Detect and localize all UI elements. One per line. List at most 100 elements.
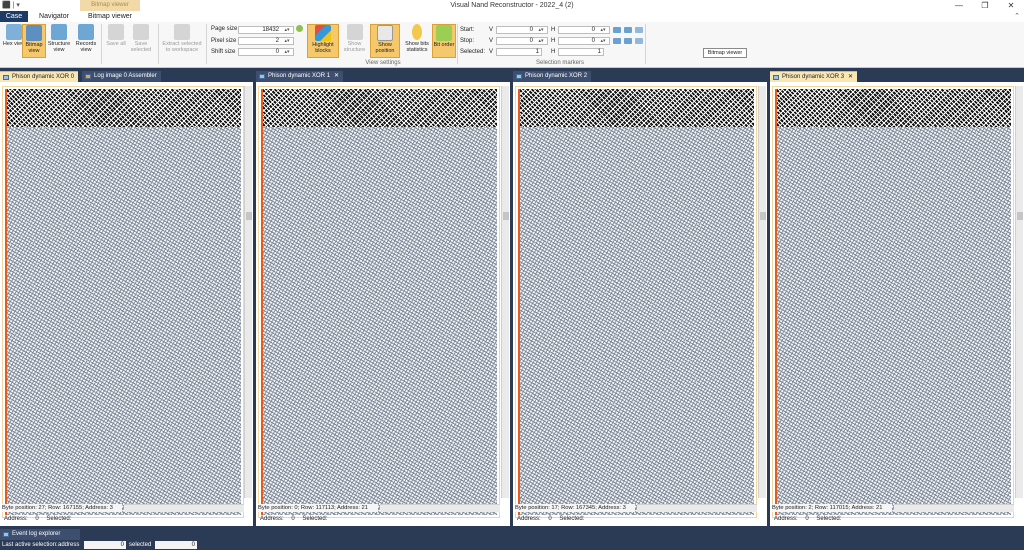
selected-v-label: V: [489, 49, 494, 55]
scroll-thumb[interactable]: [503, 212, 509, 220]
page-size-input[interactable]: 18432 ▴▾: [238, 26, 294, 34]
bitmap-image[interactable]: [518, 89, 754, 515]
pixel-size-spinner[interactable]: ▴▾: [281, 38, 293, 44]
hex-view-icon: [6, 24, 22, 40]
save-selected-button[interactable]: Save selected: [128, 24, 154, 58]
close-tab-icon[interactable]: ✕: [334, 73, 339, 79]
selected-h-label: H: [551, 49, 556, 55]
panel-tab-bar: Phison dynamic XOR 2: [513, 70, 767, 82]
tab-phison-xor-1[interactable]: Phison dynamic XOR 1 ✕: [256, 71, 344, 82]
bitmap-image[interactable]: [261, 89, 497, 515]
horizontal-scrollbar[interactable]: [637, 504, 757, 512]
tab-phison-xor-2[interactable]: Phison dynamic XOR 2: [513, 71, 592, 82]
start-h-spinner[interactable]: ▴▾: [597, 27, 609, 33]
extract-selected-button[interactable]: Extract selected to workspace: [160, 24, 204, 58]
close-button[interactable]: ✕: [998, 0, 1024, 11]
bitmap-canvas[interactable]: [772, 86, 1014, 518]
panel-tab-bar: Phison dynamic XOR 1 ✕: [256, 70, 510, 82]
position-status: Byte position: 0; Row: 117113; Address: …: [258, 504, 378, 512]
minimize-button[interactable]: —: [946, 0, 972, 11]
start-v-input[interactable]: 0 ▴▾: [496, 26, 548, 34]
tab-phison-xor-3[interactable]: Phison dynamic XOR 3 ✕: [770, 71, 858, 82]
event-log-label: Event log explorer: [12, 531, 61, 537]
shift-size-value: 0: [275, 49, 279, 55]
pixel-size-input[interactable]: 2 ▴▾: [238, 37, 294, 45]
stop-h-spinner[interactable]: ▴▾: [597, 38, 609, 44]
address-value: 0: [291, 516, 295, 522]
horizontal-scrollbar[interactable]: [124, 504, 244, 512]
stop-v-input[interactable]: 0 ▴▾: [496, 37, 548, 45]
document-icon: [516, 74, 522, 79]
selected-v-value: 1: [535, 49, 539, 55]
tab-navigator[interactable]: Navigator: [36, 11, 72, 22]
vertical-scrollbar[interactable]: [501, 86, 509, 498]
scroll-thumb[interactable]: [760, 212, 766, 220]
event-log-explorer-tab[interactable]: Event log explorer: [0, 529, 80, 540]
maximize-button[interactable]: ❐: [972, 0, 998, 11]
selected-v-input[interactable]: 1: [496, 48, 542, 56]
bitmap-view-button[interactable]: Bitmap view: [22, 24, 46, 58]
show-structure-label: Show structure: [343, 41, 366, 53]
address-label: Address:: [260, 516, 284, 522]
tab-case[interactable]: Case: [0, 11, 28, 22]
selected-h-input[interactable]: 1: [558, 48, 604, 56]
records-view-button[interactable]: Records view: [74, 24, 98, 58]
position-status: Byte position: 2; Row: 117015; Address: …: [772, 504, 892, 512]
highlight-blocks-button[interactable]: Highlight blocks: [307, 24, 339, 58]
start-h-input[interactable]: 0 ▴▾: [558, 26, 610, 34]
vertical-scrollbar[interactable]: [1015, 86, 1023, 498]
tab-label: Phison dynamic XOR 0: [12, 74, 75, 80]
clear-start-marker-icon[interactable]: [635, 27, 643, 33]
address-label: Address:: [774, 516, 798, 522]
page-size-label: Page size: [211, 26, 238, 32]
stop-h-label: H: [551, 38, 556, 44]
start-v-spinner[interactable]: ▴▾: [535, 27, 547, 33]
last-active-selection-label: Last active selection:: [2, 542, 58, 548]
stop-h-input[interactable]: 0 ▴▾: [558, 37, 610, 45]
stop-v-spinner[interactable]: ▴▾: [535, 38, 547, 44]
goto-start-marker-icon[interactable]: [624, 27, 632, 33]
address-value: 0: [35, 516, 39, 522]
tab-label: Phison dynamic XOR 1: [268, 73, 331, 79]
structure-view-button[interactable]: Structure view: [47, 24, 71, 58]
address-value: 0: [548, 516, 552, 522]
horizontal-scrollbar[interactable]: [380, 504, 500, 512]
bitmap-canvas[interactable]: [515, 86, 757, 518]
tab-phison-xor-0[interactable]: Phison dynamic XOR 0: [0, 71, 79, 82]
vertical-scrollbar[interactable]: [244, 86, 252, 498]
bitmap-image[interactable]: [5, 89, 241, 515]
title-bar: ⬛ | ▾ Bitmap viewer Visual Nand Reconstr…: [0, 0, 1024, 11]
bitmap-data-region: [520, 127, 754, 515]
selected-h-value: 1: [597, 49, 601, 55]
goto-stop-marker-icon[interactable]: [624, 38, 632, 44]
clear-stop-marker-icon[interactable]: [635, 38, 643, 44]
scroll-thumb[interactable]: [246, 212, 252, 220]
show-structure-button[interactable]: Show structure: [341, 24, 368, 58]
apply-icon[interactable]: [296, 25, 303, 32]
show-position-button[interactable]: Show position: [370, 24, 400, 58]
address-line: Address: 0 Selected:: [260, 515, 327, 524]
separator: [645, 24, 646, 64]
save-all-button[interactable]: Save all: [104, 24, 128, 58]
close-tab-icon[interactable]: ✕: [848, 74, 853, 80]
page-size-spinner[interactable]: ▴▾: [281, 27, 293, 33]
tab-bitmap-viewer[interactable]: Bitmap viewer: [86, 11, 134, 22]
horizontal-scrollbar[interactable]: [894, 504, 1014, 512]
save-all-label: Save all: [106, 41, 126, 47]
bitmap-image[interactable]: [775, 89, 1011, 515]
set-start-marker-icon[interactable]: [613, 27, 621, 33]
ribbon-collapse-icon[interactable]: ⌃: [1014, 12, 1020, 20]
set-stop-marker-icon[interactable]: [613, 38, 621, 44]
shift-size-spinner[interactable]: ▴▾: [281, 49, 293, 55]
bitmap-canvas[interactable]: [258, 86, 500, 518]
bit-order-button[interactable]: Bit order: [432, 24, 456, 58]
lightbulb-icon: [412, 24, 422, 40]
vertical-scrollbar[interactable]: [758, 86, 766, 498]
show-structure-icon: [346, 24, 363, 40]
tab-log-image-assembler[interactable]: Log image 0 Assembler: [82, 71, 161, 82]
show-bits-statistics-button[interactable]: Show bits statistics: [402, 24, 432, 58]
scroll-thumb[interactable]: [1017, 212, 1023, 220]
shift-size-input[interactable]: 0 ▴▾: [238, 48, 294, 56]
bitmap-view-label: Bitmap view: [25, 42, 43, 54]
bitmap-canvas[interactable]: [2, 86, 244, 518]
